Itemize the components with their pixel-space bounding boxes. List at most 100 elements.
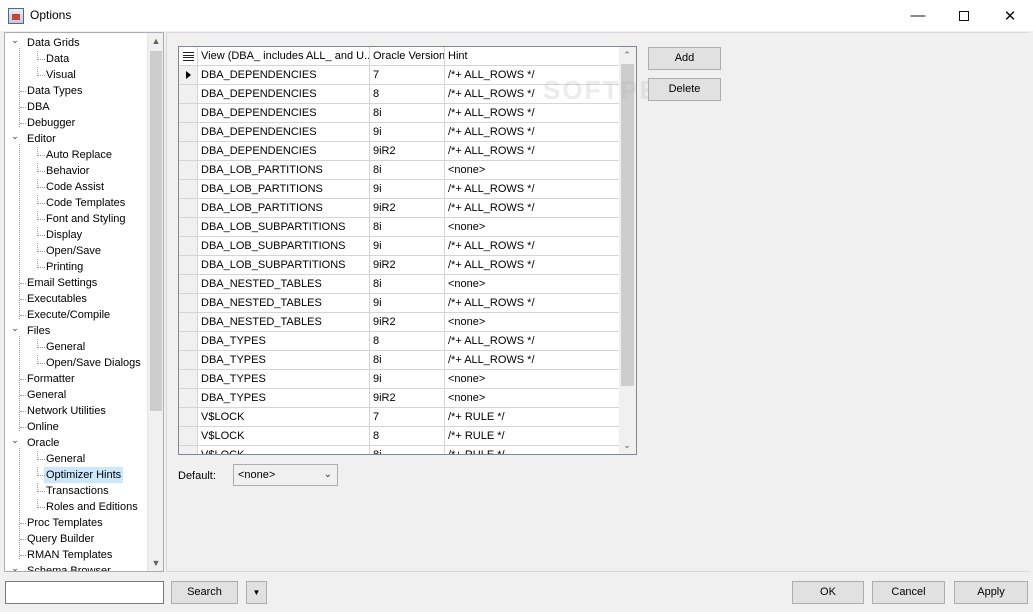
hint-cell[interactable]: <none> — [445, 389, 619, 407]
version-cell[interactable]: 9iR2 — [370, 389, 445, 407]
row-indicator[interactable] — [179, 313, 198, 331]
table-row[interactable]: DBA_NESTED_TABLES 8i <none> — [179, 275, 619, 294]
row-indicator[interactable] — [179, 123, 198, 141]
tree-item-files[interactable]: Files — [25, 323, 52, 339]
hint-cell[interactable]: /*+ ALL_ROWS */ — [445, 351, 619, 369]
version-cell[interactable]: 8i — [370, 161, 445, 179]
tree-item-rman-templates[interactable]: RMAN Templates — [25, 547, 114, 563]
search-options-dropdown[interactable]: ▼ — [246, 581, 267, 604]
row-indicator[interactable] — [179, 66, 198, 84]
hint-cell[interactable]: /*+ ALL_ROWS */ — [445, 294, 619, 312]
version-cell[interactable]: 9i — [370, 180, 445, 198]
view-cell[interactable]: V$LOCK — [198, 408, 370, 426]
search-button[interactable]: Search — [171, 581, 238, 604]
tree-item-execute-compile[interactable]: Execute/Compile — [25, 307, 112, 323]
row-indicator[interactable] — [179, 85, 198, 103]
tree-item-editor[interactable]: Editor — [25, 131, 58, 147]
default-hint-select[interactable]: <none> ⌄ — [233, 464, 338, 486]
tree-item-schema-browser[interactable]: Schema Browser — [25, 563, 113, 571]
view-cell[interactable]: DBA_DEPENDENCIES — [198, 142, 370, 160]
view-cell[interactable]: DBA_LOB_SUBPARTITIONS — [198, 218, 370, 236]
version-cell[interactable]: 9i — [370, 370, 445, 388]
hint-cell[interactable]: /*+ ALL_ROWS */ — [445, 66, 619, 84]
view-cell[interactable]: V$LOCK — [198, 446, 370, 454]
tree-item-printing[interactable]: Printing — [44, 259, 85, 275]
table-row[interactable]: DBA_LOB_PARTITIONS 8i <none> — [179, 161, 619, 180]
version-cell[interactable]: 8i — [370, 218, 445, 236]
add-button[interactable]: Add — [648, 47, 721, 70]
tree-item-roles-and-editions[interactable]: Roles and Editions — [44, 499, 140, 515]
maximize-button[interactable] — [941, 0, 987, 31]
table-row[interactable]: DBA_LOB_PARTITIONS 9i/*+ ALL_ROWS */ — [179, 180, 619, 199]
hint-cell[interactable]: /*+ RULE */ — [445, 446, 619, 454]
table-row[interactable]: DBA_LOB_SUBPARTITIONS 9i/*+ ALL_ROWS */ — [179, 237, 619, 256]
row-indicator[interactable] — [179, 427, 198, 445]
hint-cell[interactable]: <none> — [445, 313, 619, 331]
table-row[interactable]: DBA_NESTED_TABLES 9i/*+ ALL_ROWS */ — [179, 294, 619, 313]
apply-button[interactable]: Apply — [954, 581, 1028, 604]
tree-item-debugger[interactable]: Debugger — [25, 115, 77, 131]
tree-item-transactions[interactable]: Transactions — [44, 483, 111, 499]
tree-item-query-builder[interactable]: Query Builder — [25, 531, 96, 547]
tree-item-font-and-styling[interactable]: Font and Styling — [44, 211, 128, 227]
row-indicator[interactable] — [179, 370, 198, 388]
tree-item-general[interactable]: General — [25, 387, 68, 403]
version-cell[interactable]: 8 — [370, 85, 445, 103]
tree-scroll-thumb[interactable] — [150, 51, 162, 411]
view-cell[interactable]: DBA_DEPENDENCIES — [198, 85, 370, 103]
version-cell[interactable]: 9i — [370, 294, 445, 312]
version-cell[interactable]: 8 — [370, 332, 445, 350]
tree-item-data-grids[interactable]: Data Grids — [25, 35, 82, 51]
row-indicator[interactable] — [179, 199, 198, 217]
tree-scrollbar[interactable]: ▲ ▼ — [147, 33, 163, 571]
row-indicator[interactable] — [179, 446, 198, 454]
view-cell[interactable]: DBA_LOB_PARTITIONS — [198, 199, 370, 217]
tree-item-visual[interactable]: Visual — [44, 67, 78, 83]
tree-item-data-types[interactable]: Data Types — [25, 83, 84, 99]
tree-item-online[interactable]: Online — [25, 419, 61, 435]
table-row[interactable]: DBA_DEPENDENCIES 7/*+ ALL_ROWS */ — [179, 66, 619, 85]
row-indicator[interactable] — [179, 142, 198, 160]
grid-scrollbar[interactable]: ⌃ ⌄ — [619, 47, 636, 454]
tree-item-code-templates[interactable]: Code Templates — [44, 195, 127, 211]
table-row[interactable]: DBA_NESTED_TABLES 9iR2 <none> — [179, 313, 619, 332]
view-cell[interactable]: DBA_DEPENDENCIES — [198, 104, 370, 122]
tree-item-executables[interactable]: Executables — [25, 291, 89, 307]
tree-item-proc-templates[interactable]: Proc Templates — [25, 515, 105, 531]
version-cell[interactable]: 8i — [370, 104, 445, 122]
hint-cell[interactable]: <none> — [445, 370, 619, 388]
expander-icon[interactable]: ⌄ — [10, 432, 20, 448]
column-header-hint[interactable]: Hint — [445, 47, 619, 66]
view-cell[interactable]: DBA_NESTED_TABLES — [198, 275, 370, 293]
expander-icon[interactable]: ⌄ — [10, 560, 20, 571]
tree-item-open-save[interactable]: Open/Save — [44, 243, 103, 259]
hint-cell[interactable]: /*+ ALL_ROWS */ — [445, 237, 619, 255]
table-row[interactable]: DBA_LOB_SUBPARTITIONS 9iR2/*+ ALL_ROWS */ — [179, 256, 619, 275]
hint-cell[interactable]: <none> — [445, 275, 619, 293]
hint-cell[interactable]: /*+ ALL_ROWS */ — [445, 180, 619, 198]
hint-cell[interactable]: /*+ ALL_ROWS */ — [445, 104, 619, 122]
row-indicator[interactable] — [179, 161, 198, 179]
view-cell[interactable]: V$LOCK — [198, 427, 370, 445]
column-header-view[interactable]: View (DBA_ includes ALL_ and U... — [198, 47, 370, 66]
table-row[interactable]: DBA_TYPES 9iR2 <none> — [179, 389, 619, 408]
close-button[interactable]: ✕ — [987, 0, 1033, 31]
tree-item-code-assist[interactable]: Code Assist — [44, 179, 106, 195]
table-row[interactable]: DBA_DEPENDENCIES 9i/*+ ALL_ROWS */ — [179, 123, 619, 142]
hint-cell[interactable]: /*+ ALL_ROWS */ — [445, 123, 619, 141]
table-row[interactable]: V$LOCK 7/*+ RULE */ — [179, 408, 619, 427]
table-row[interactable]: V$LOCK 8/*+ RULE */ — [179, 427, 619, 446]
hints-grid[interactable]: View (DBA_ includes ALL_ and U... Oracle… — [178, 46, 637, 455]
version-cell[interactable]: 9i — [370, 237, 445, 255]
row-indicator[interactable] — [179, 389, 198, 407]
row-indicator[interactable] — [179, 351, 198, 369]
hint-cell[interactable]: /*+ ALL_ROWS */ — [445, 142, 619, 160]
table-row[interactable]: DBA_LOB_SUBPARTITIONS 8i <none> — [179, 218, 619, 237]
tree-item-oracle[interactable]: Oracle — [25, 435, 61, 451]
view-cell[interactable]: DBA_DEPENDENCIES — [198, 123, 370, 141]
tree-item-network-utilities[interactable]: Network Utilities — [25, 403, 108, 419]
hint-cell[interactable]: /*+ ALL_ROWS */ — [445, 85, 619, 103]
row-indicator[interactable] — [179, 104, 198, 122]
tree-item-optimizer-hints[interactable]: Optimizer Hints — [44, 467, 124, 483]
version-cell[interactable]: 8i — [370, 275, 445, 293]
